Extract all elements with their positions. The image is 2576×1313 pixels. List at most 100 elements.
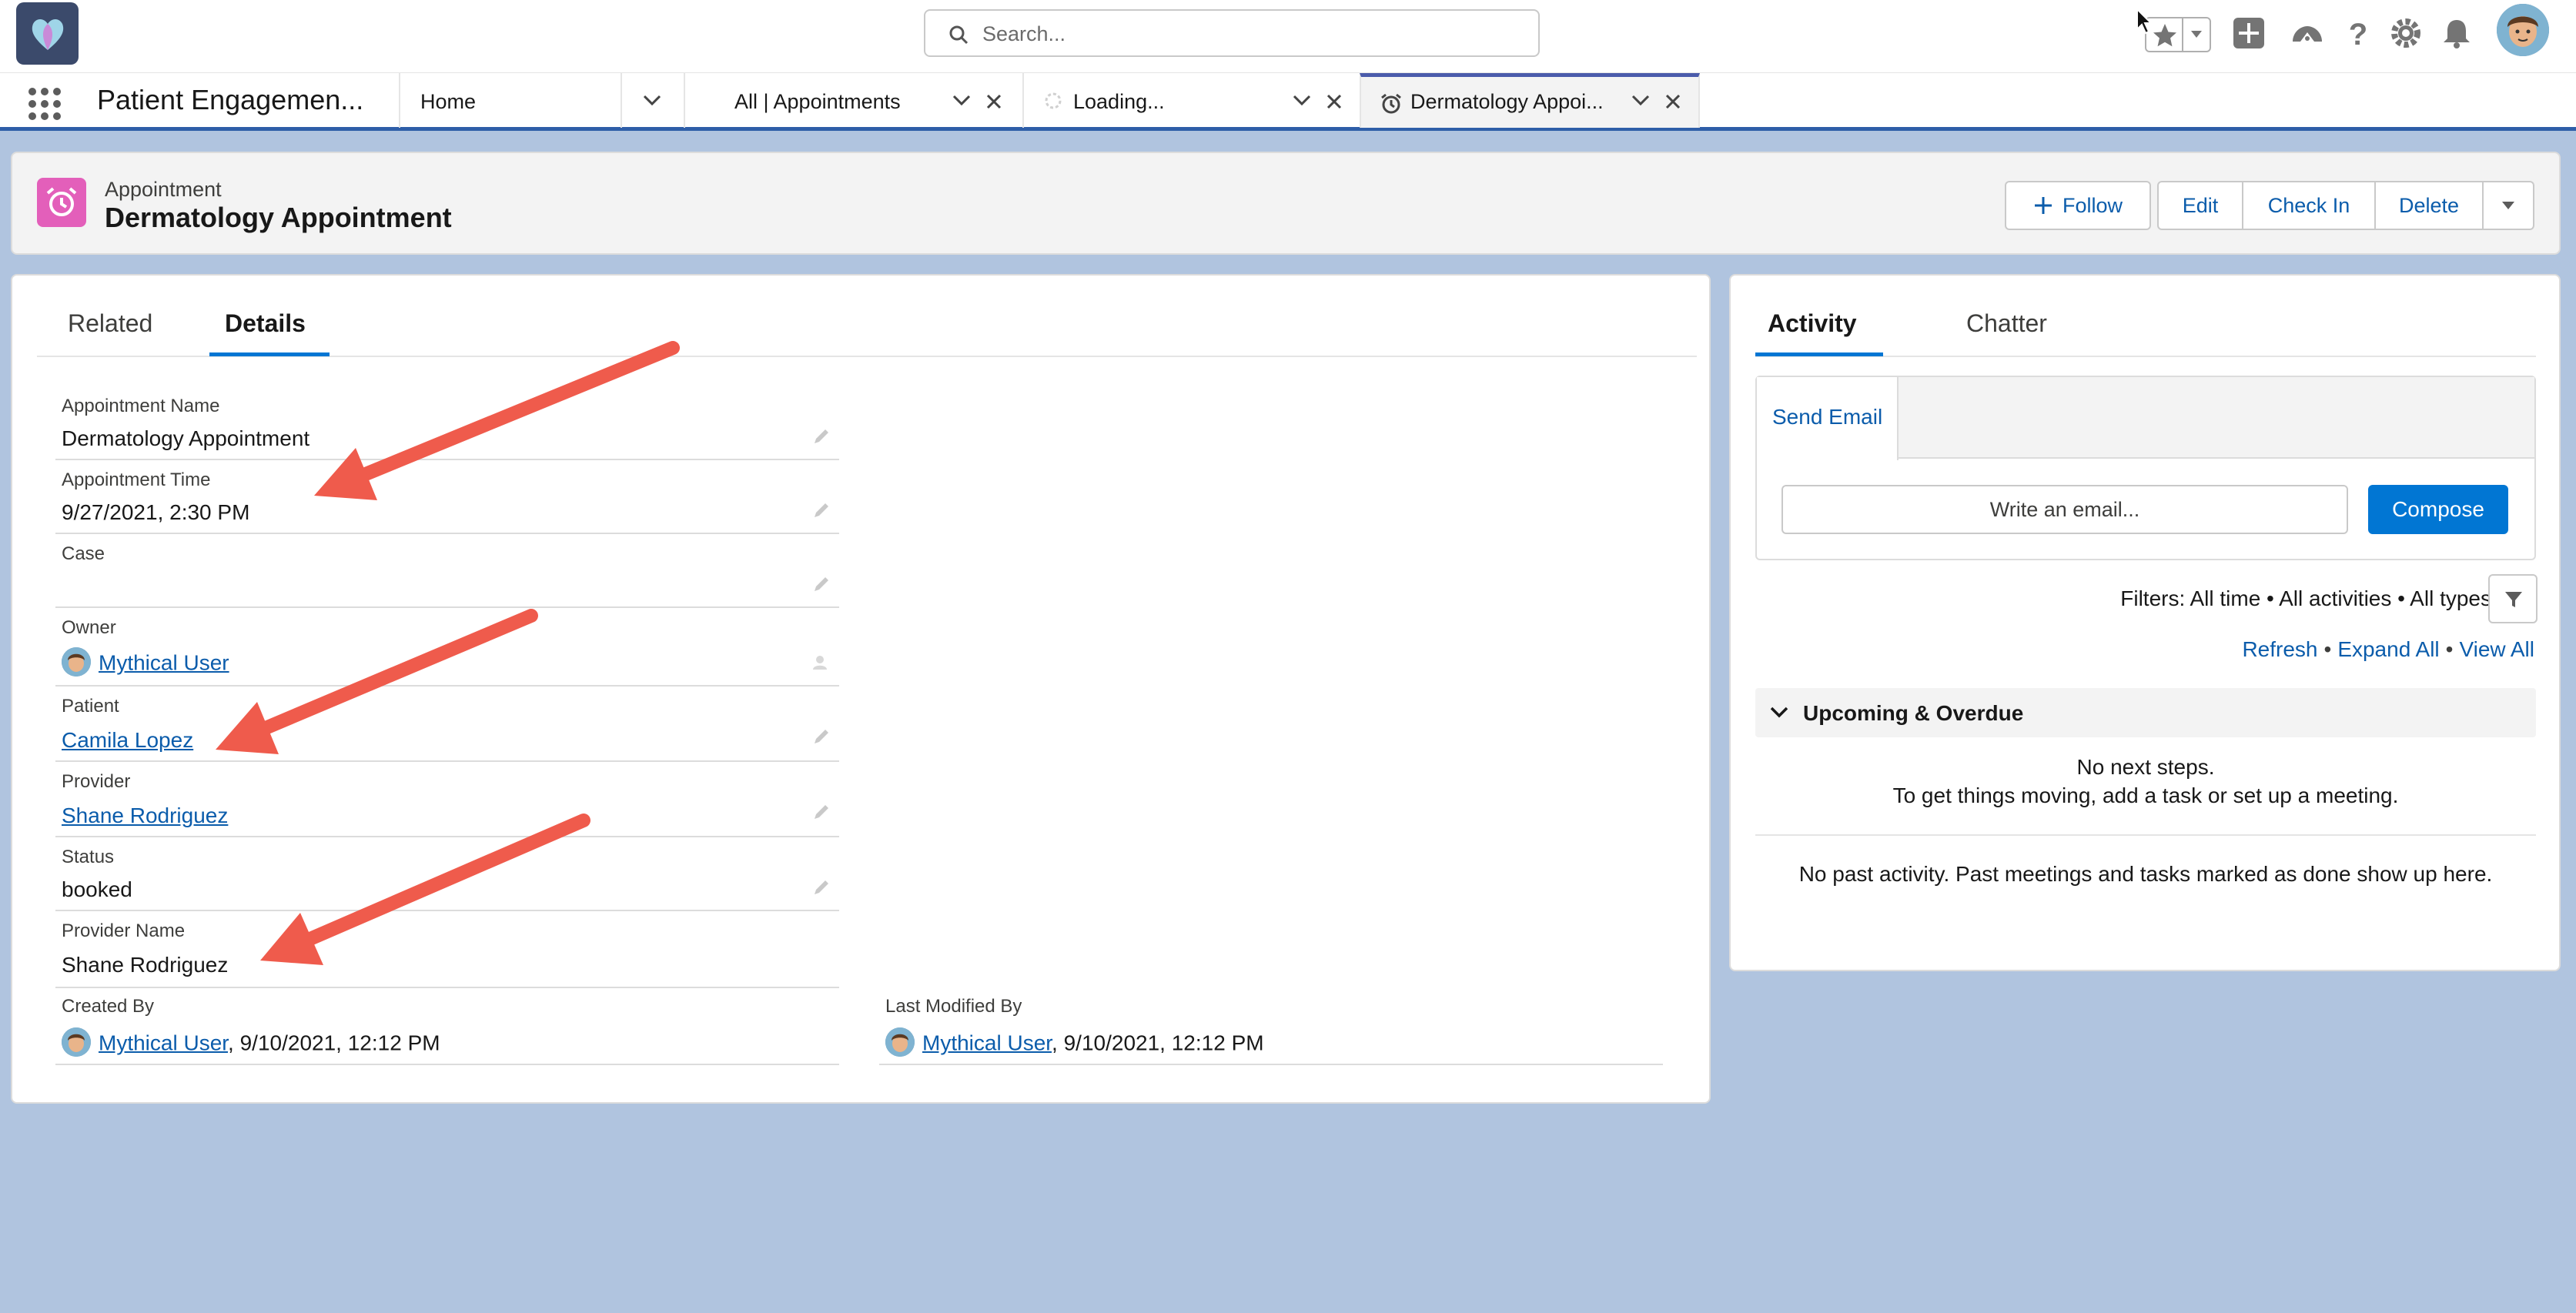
app-name: Patient Engagemen...: [97, 84, 364, 115]
change-owner-icon[interactable]: [811, 653, 831, 673]
add-icon: [2034, 197, 2052, 214]
user-avatar[interactable]: [2497, 4, 2549, 56]
activity-filters-text: Filters: All time • All activities • All…: [2120, 586, 2491, 610]
avatar: [885, 1027, 915, 1057]
field-value: Mythical User, 9/10/2021, 12:12 PM: [885, 1027, 1264, 1059]
appointment-record-icon: [37, 178, 86, 227]
alarm-clock-icon: [1381, 93, 1401, 114]
check-in-button[interactable]: Check In: [2243, 181, 2376, 230]
edit-pencil-icon[interactable]: [811, 500, 831, 520]
active-tab-indicator: [209, 352, 330, 356]
owner-link[interactable]: Mythical User: [99, 650, 229, 674]
field-owner: Owner Mythical User: [55, 610, 839, 687]
tab-label: All | Appointments: [734, 90, 901, 113]
chevron-down-icon[interactable]: [952, 93, 972, 107]
tab-home-menu[interactable]: [621, 73, 684, 128]
avatar-icon: [62, 647, 91, 677]
chevron-down-icon[interactable]: [1631, 93, 1651, 107]
tab-label: Loading...: [1073, 90, 1165, 113]
field-appointment-time: Appointment Time 9/27/2021, 2:30 PM: [55, 462, 839, 534]
provider-link[interactable]: Shane Rodriguez: [62, 804, 228, 827]
compose-button[interactable]: Compose: [2368, 485, 2508, 534]
no-next-steps: No next steps. To get things moving, add…: [1755, 753, 2536, 810]
field-patient: Patient Camila Lopez: [55, 688, 839, 762]
follow-button[interactable]: Follow: [2005, 181, 2151, 230]
avatar: [62, 647, 91, 677]
field-value: Camila Lopez: [62, 728, 193, 753]
edit-button[interactable]: Edit: [2157, 181, 2243, 230]
modified-date: , 9/10/2021, 12:12 PM: [1052, 1031, 1264, 1055]
edit-pencil-icon[interactable]: [811, 727, 831, 747]
divider: [2182, 18, 2183, 51]
star-icon[interactable]: [2151, 22, 2179, 49]
edit-pencil-icon[interactable]: [811, 877, 831, 897]
last-modified-by-user-link[interactable]: Mythical User: [922, 1031, 1052, 1054]
field-value: Mythical User: [62, 647, 229, 679]
check-in-label: Check In: [2267, 193, 2350, 217]
edit-pencil-icon[interactable]: [811, 426, 831, 446]
active-tab-indicator: [1755, 352, 1883, 356]
chevron-down-icon: [2502, 202, 2514, 209]
delete-button[interactable]: Delete: [2376, 181, 2484, 230]
loading-spinner-icon: [1045, 92, 1062, 109]
edit-pencil-icon[interactable]: [811, 802, 831, 822]
global-search[interactable]: [924, 9, 1540, 57]
upcoming-overdue-section[interactable]: Upcoming & Overdue: [1755, 688, 2536, 737]
tab-home[interactable]: Home: [399, 73, 622, 128]
follow-label: Follow: [2062, 193, 2123, 217]
activity-card: Activity Chatter Send Email Write an ema…: [1729, 274, 2561, 971]
close-icon[interactable]: [985, 93, 1002, 110]
tab-dermatology-appointment[interactable]: Dermatology Appoi...: [1360, 73, 1700, 128]
app-launcher-icon[interactable]: [28, 87, 62, 121]
app-logo[interactable]: [16, 2, 79, 65]
tab-all-appointments[interactable]: All | Appointments: [684, 73, 1022, 128]
heart-logo-icon: [32, 19, 64, 50]
filter-button[interactable]: [2488, 574, 2538, 623]
separator-dot: •: [2445, 637, 2454, 661]
mouse-cursor-icon: [2136, 8, 2153, 35]
filter-icon: [2505, 592, 2522, 607]
trailhead-icon[interactable]: [2290, 15, 2325, 51]
close-icon[interactable]: [1326, 93, 1343, 110]
no-next-steps-hint: To get things moving, add a task or set …: [1892, 783, 2399, 807]
chevron-down-icon: [1770, 707, 1788, 718]
send-email-label: Send Email: [1772, 405, 1883, 429]
tab-chatter[interactable]: Chatter: [1966, 309, 2047, 338]
view-all-link[interactable]: View All: [2459, 637, 2534, 661]
send-email-tab[interactable]: Send Email: [1757, 377, 1899, 460]
avatar-icon: [2497, 4, 2549, 56]
expand-all-link[interactable]: Expand All: [2337, 637, 2439, 661]
navigation-bar: Patient Engagemen... Home All | Appointm…: [0, 72, 2576, 131]
more-actions-button[interactable]: [2484, 181, 2534, 230]
edit-pencil-icon[interactable]: [811, 574, 831, 594]
chevron-down-icon[interactable]: [1292, 93, 1312, 107]
notification-bell-icon[interactable]: [2439, 15, 2474, 51]
tab-details[interactable]: Details: [225, 309, 306, 338]
add-icon[interactable]: [2231, 15, 2267, 51]
field-status: Status booked: [55, 839, 839, 911]
avatar-icon: [62, 1027, 91, 1057]
created-by-user-link[interactable]: Mythical User: [99, 1031, 228, 1054]
setup-gear-icon[interactable]: [2388, 15, 2424, 51]
favorites-group[interactable]: [2145, 17, 2211, 52]
field-provider-name: Provider Name Shane Rodriguez: [55, 913, 839, 988]
field-label: Created By: [62, 996, 155, 1017]
refresh-link[interactable]: Refresh: [2242, 637, 2317, 661]
tab-related[interactable]: Related: [68, 309, 152, 338]
details-tabs: Related Details: [37, 276, 1697, 357]
chevron-down-icon[interactable]: [642, 93, 662, 107]
tab-activity[interactable]: Activity: [1768, 309, 1857, 338]
search-input[interactable]: [982, 18, 1521, 49]
field-value: Mythical User, 9/10/2021, 12:12 PM: [62, 1027, 440, 1059]
no-past-activity: No past activity. Past meetings and task…: [1798, 862, 2493, 886]
patient-link[interactable]: Camila Lopez: [62, 728, 193, 752]
field-label: Provider: [62, 771, 131, 792]
field-value: 9/27/2021, 2:30 PM: [62, 500, 250, 524]
write-email-input[interactable]: Write an email...: [1781, 485, 2348, 534]
help-icon[interactable]: ?: [2340, 15, 2376, 51]
record-actions: Edit Check In Delete: [2157, 181, 2534, 230]
field-label: Provider Name: [62, 920, 186, 941]
tab-loading[interactable]: Loading...: [1022, 73, 1361, 128]
chevron-down-icon[interactable]: [2190, 29, 2203, 40]
close-icon[interactable]: [1664, 93, 1681, 110]
